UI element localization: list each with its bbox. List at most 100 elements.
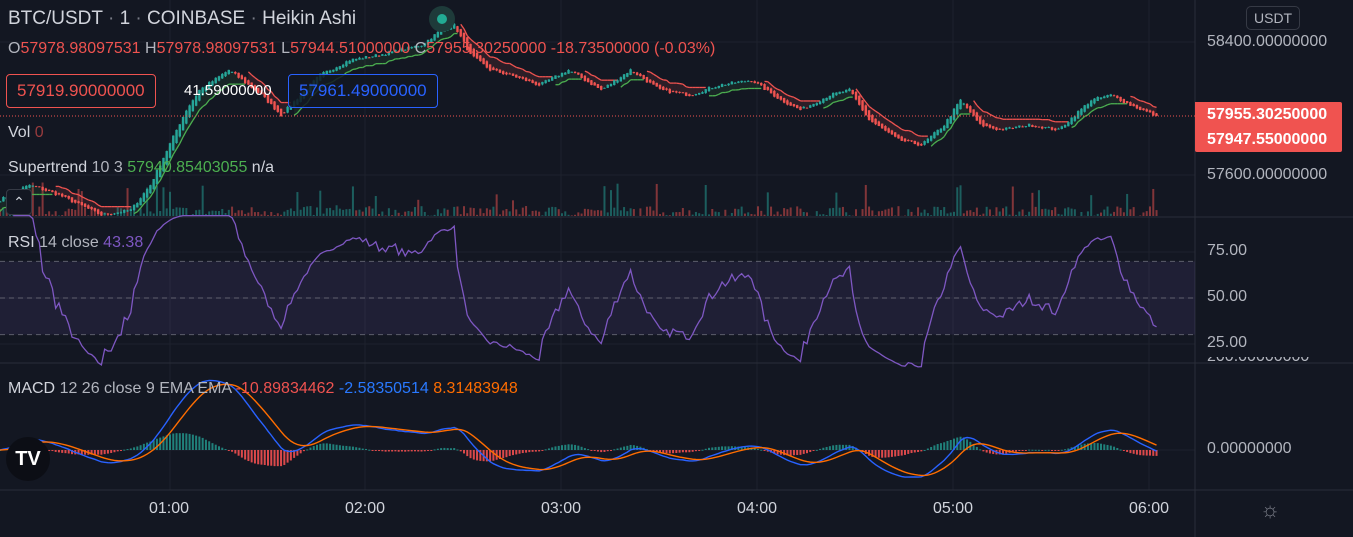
macd-histogram-bar [361,448,364,450]
candle-body [106,213,110,215]
volume-bar [149,211,152,216]
candle-body [600,86,603,90]
volume-bar [610,190,612,216]
candle-body [54,191,57,196]
volume-bar [169,191,171,216]
volume-bar [757,206,759,216]
candle-body [570,71,573,73]
sell-button[interactable]: 57919.90000000 [6,74,156,108]
macd-histogram-bar [694,450,697,452]
candle-body [129,209,132,211]
chart-canvas[interactable] [0,0,1353,537]
candle-body [658,84,662,89]
macd-histogram-bar [910,450,913,454]
candle-body [809,105,812,108]
volume-bar [649,206,652,216]
volume-bar [1073,209,1076,216]
candle-body [845,89,848,93]
candle-body [629,69,632,75]
candle-body [345,61,348,67]
candle-body [119,212,123,214]
candle-body [773,90,776,97]
macd-histogram-bar [283,450,286,465]
volume-bar [201,185,204,216]
volume-bar [838,207,841,216]
candle-body [436,31,440,38]
supertrend-line [398,57,403,60]
buy-button[interactable]: 57961.49000000 [288,74,438,108]
volume-bar [1018,211,1021,216]
symbol-title[interactable]: BTC/USDT · 1 · COINBASE · Heikin Ashi [8,8,356,30]
settings-gear-icon[interactable]: ☼ [1260,497,1280,523]
volume-bar [319,190,322,216]
volume-bar [704,184,707,216]
volume-bar [1051,210,1053,216]
macd-histogram-bar [316,444,318,450]
macd-histogram-bar [838,444,841,450]
volume-bar [770,206,773,216]
volume-bar [466,213,469,216]
volume-bar [482,213,485,216]
collapse-legend-button[interactable]: ⌃ [6,189,32,215]
volume-bar [583,208,586,216]
macd-histogram-bar [698,450,701,451]
candle-body [332,69,335,72]
candle-body [1054,128,1057,131]
candle-body [714,87,717,89]
volume-bar [1047,209,1050,216]
volume-bar [155,185,158,216]
tradingview-logo-icon[interactable]: TV [6,437,50,481]
candle-body [874,118,877,125]
volume-bar [675,212,678,216]
volume-bar [489,209,492,216]
volume-bar [835,192,838,216]
macd-histogram-bar [681,450,684,453]
macd-histogram-bar [828,446,831,450]
macd-histogram-bar [57,450,60,453]
volume-bar [623,207,626,216]
candle-body [698,92,701,95]
volume-bar [992,215,995,216]
macd-histogram-bar [456,449,459,451]
candle-body [132,204,136,211]
candle-body [1031,125,1034,128]
candle-body [704,89,707,93]
market-status-icon[interactable] [429,6,455,32]
candle-body [613,80,616,86]
macd-histogram-bar [257,450,260,465]
volume-bar [668,215,671,216]
macd-histogram-bar [443,447,446,450]
macd-histogram-bar [459,450,462,452]
candle-body [554,75,557,79]
candle-body [348,60,351,64]
volume-bar [547,207,550,216]
volume-bar [525,206,528,216]
currency-button[interactable]: USDT [1246,6,1301,30]
candle-body [877,121,881,126]
volume-bar [44,214,47,216]
macd-histogram-bar [531,450,534,452]
candle-body [1083,105,1086,112]
volume-bar [953,211,955,216]
volume-bar [897,206,900,216]
volume-bar [930,215,933,216]
candle-body [534,81,538,85]
volume-bar [495,194,498,216]
candle-body [273,101,276,110]
volume-bar [600,210,603,216]
macd-histogram-bar [907,450,910,454]
macd-histogram-bar [208,441,211,450]
volume-bar [554,207,557,216]
macd-histogram-bar [244,450,247,460]
volume-bar [1145,211,1148,216]
macd-histogram-bar [515,450,518,455]
macd-histogram-bar [988,450,991,454]
macd-histogram-bar [512,450,514,456]
candle-body [551,77,554,81]
macd-histogram-bar [348,446,351,450]
macd-histogram-bar [1109,445,1112,450]
volume-bar [760,210,763,216]
macd-histogram-bar [351,446,354,450]
volume-bar [498,214,501,216]
candle-body [880,123,884,129]
